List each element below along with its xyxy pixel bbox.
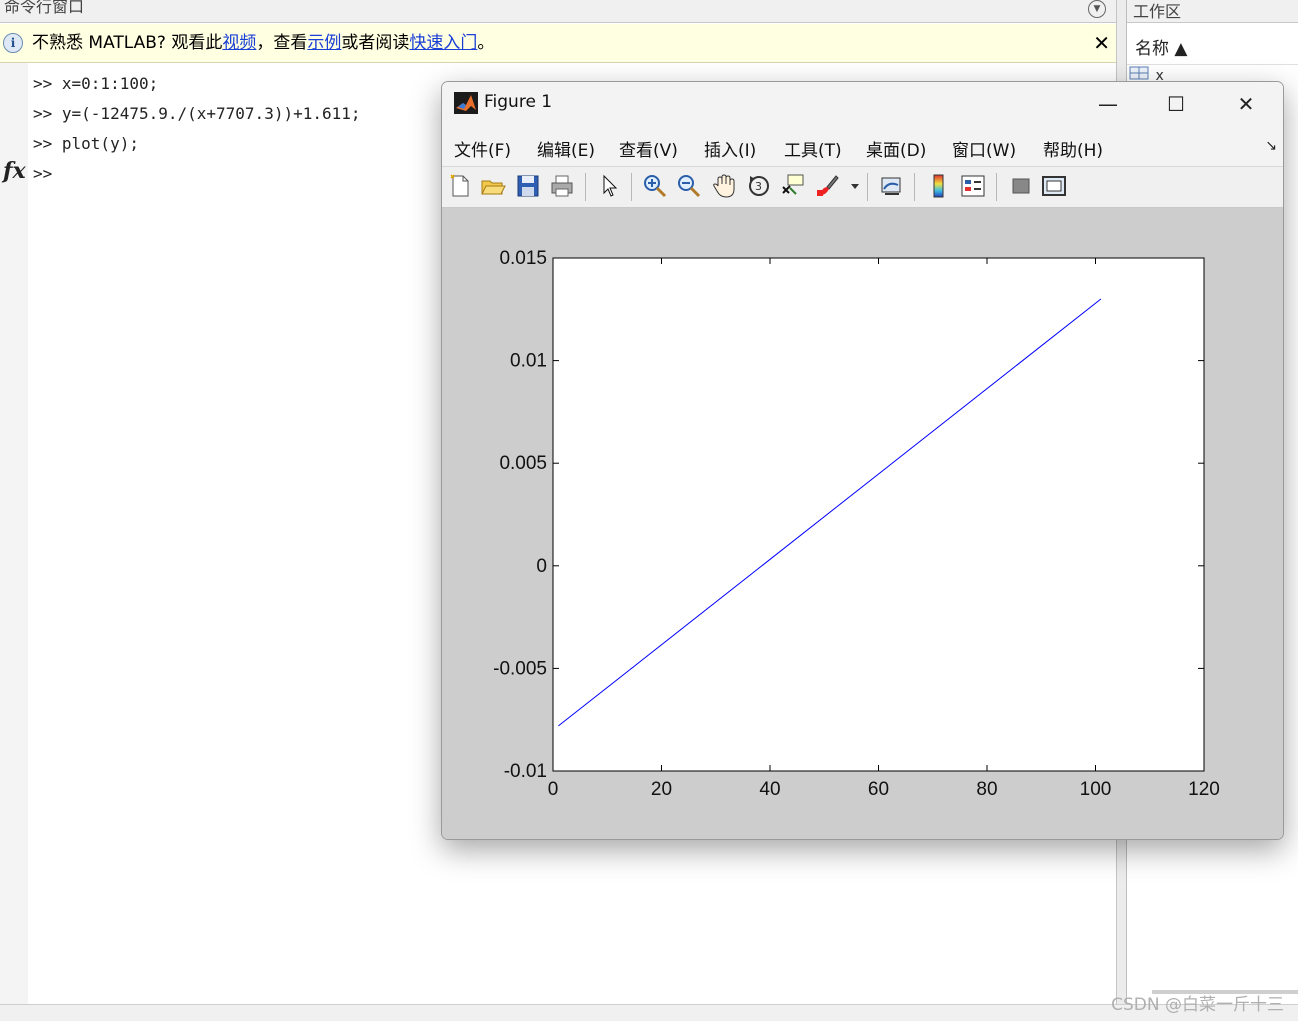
figure-menubar: 文件(F) 编辑(E) 查看(V) 插入(I) 工具(T) 桌面(D) 窗口(W… bbox=[442, 126, 1283, 166]
menu-help[interactable]: 帮助(H) bbox=[1043, 136, 1103, 161]
x-tick-label: 0 bbox=[548, 779, 559, 800]
rotate-3d-icon[interactable]: 3 bbox=[746, 173, 772, 199]
x-tick-label: 60 bbox=[868, 779, 889, 800]
matlab-logo-icon bbox=[454, 92, 478, 114]
dock-figure-icon[interactable]: ↘ bbox=[1265, 138, 1277, 154]
toolbar-separator bbox=[996, 173, 997, 201]
hide-plot-tools-icon[interactable] bbox=[1008, 173, 1034, 199]
figure-window: Figure 1 — ☐ ✕ 文件(F) 编辑(E) 查看(V) 插入(I) 工… bbox=[441, 81, 1284, 840]
video-link[interactable]: 视频 bbox=[222, 33, 256, 53]
watermark: CSDN @白菜一斤十三 bbox=[1111, 995, 1284, 1015]
svg-text:3: 3 bbox=[755, 180, 762, 193]
quickstart-link[interactable]: 快速入门 bbox=[409, 33, 477, 53]
command-gutter bbox=[0, 63, 28, 1004]
info-bar: i 不熟悉 MATLAB? 观看此视频，查看示例或者阅读快速入门。 ✕ bbox=[0, 24, 1116, 63]
toolbar-separator bbox=[914, 173, 915, 201]
function-browser-icon[interactable]: fx bbox=[3, 158, 26, 184]
info-message: 不熟悉 MATLAB? 观看此视频，查看示例或者阅读快速入门。 bbox=[32, 24, 494, 62]
save-icon[interactable] bbox=[515, 173, 541, 199]
figure-titlebar[interactable]: Figure 1 — ☐ ✕ bbox=[442, 82, 1283, 126]
zoom-out-icon[interactable] bbox=[676, 173, 702, 199]
command-window-titlebar: 命令行窗口 ▼ bbox=[0, 0, 1116, 23]
command-prompt[interactable]: >> bbox=[33, 164, 52, 184]
menu-window[interactable]: 窗口(W) bbox=[952, 136, 1016, 161]
x-tick-label: 100 bbox=[1080, 779, 1112, 800]
show-plot-tools-icon[interactable] bbox=[1041, 173, 1067, 199]
menu-view[interactable]: 查看(V) bbox=[619, 136, 678, 161]
edit-plot-arrow-icon[interactable] bbox=[597, 173, 623, 199]
menu-tools[interactable]: 工具(T) bbox=[784, 136, 842, 161]
figure-canvas[interactable]: 0 20 40 60 80 100 120 -0.01 -0.005 0 0.005 0.01 0.01… bbox=[442, 208, 1283, 839]
maximize-button[interactable]: ☐ bbox=[1142, 82, 1210, 126]
command-line: >> y=(-12475.9./(x+7707.3))+1.611; bbox=[33, 104, 361, 123]
menu-edit[interactable]: 编辑(E) bbox=[537, 136, 595, 161]
command-window-title: 命令行窗口 bbox=[4, 0, 85, 16]
minimize-button[interactable]: — bbox=[1074, 82, 1142, 126]
brush-icon[interactable] bbox=[815, 173, 841, 199]
figure-title: Figure 1 bbox=[484, 92, 553, 112]
x-tick-label: 20 bbox=[651, 779, 672, 800]
menu-file[interactable]: 文件(F) bbox=[454, 136, 511, 161]
command-line: >> x=0:1:100; bbox=[33, 74, 159, 93]
y-tick-label: 0.015 bbox=[499, 248, 547, 269]
new-figure-icon[interactable] bbox=[447, 173, 473, 199]
menu-desktop[interactable]: 桌面(D) bbox=[866, 136, 926, 161]
toolbar-separator bbox=[867, 173, 868, 201]
close-button[interactable]: ✕ bbox=[1212, 82, 1280, 126]
y-tick-label: 0.01 bbox=[510, 351, 547, 372]
zoom-in-icon[interactable] bbox=[642, 173, 668, 199]
variable-icon bbox=[1129, 66, 1149, 80]
figure-toolbar: 3 bbox=[442, 166, 1283, 208]
y-tick-label: 0.005 bbox=[499, 453, 547, 474]
column-name[interactable]: 名称 ▲ bbox=[1135, 34, 1187, 59]
line-chart[interactable]: 0 20 40 60 80 100 120 -0.01 -0.005 0 0.005 0.01 0.01… bbox=[442, 208, 1283, 839]
examples-link[interactable]: 示例 bbox=[307, 33, 341, 53]
colorbar-icon[interactable] bbox=[926, 173, 952, 199]
legend-icon[interactable] bbox=[960, 173, 986, 199]
x-tick-label: 120 bbox=[1188, 779, 1220, 800]
y-tick-label: 0 bbox=[536, 556, 547, 577]
command-line: >> plot(y); bbox=[33, 134, 139, 153]
info-icon: i bbox=[3, 33, 23, 53]
x-tick-label: 80 bbox=[976, 779, 997, 800]
link-plot-icon[interactable] bbox=[879, 173, 905, 199]
info-text-mid2: 或者阅读 bbox=[341, 33, 410, 53]
info-text-before: 不熟悉 MATLAB? 观看此 bbox=[32, 33, 223, 53]
data-cursor-icon[interactable] bbox=[780, 173, 806, 199]
info-text-end: 。 bbox=[477, 33, 495, 53]
toolbar-separator bbox=[631, 173, 632, 201]
y-tick-label: -0.005 bbox=[493, 658, 547, 679]
x-tick-label: 40 bbox=[759, 779, 780, 800]
workspace-title: 工作区 bbox=[1133, 2, 1182, 21]
chevron-down-icon[interactable] bbox=[850, 183, 860, 191]
workspace-titlebar: 工作区 bbox=[1127, 0, 1298, 23]
chevron-down-icon[interactable]: ▼ bbox=[1088, 0, 1106, 18]
open-file-icon[interactable] bbox=[480, 173, 506, 199]
print-icon[interactable] bbox=[549, 173, 575, 199]
workspace-column-header[interactable]: 名称 ▲ bbox=[1127, 24, 1298, 65]
y-tick-label: -0.01 bbox=[504, 761, 547, 782]
axes-box[interactable] bbox=[552, 257, 1205, 772]
menu-insert[interactable]: 插入(I) bbox=[704, 136, 756, 161]
info-text-mid1: ，查看 bbox=[256, 33, 308, 53]
status-bar bbox=[0, 1004, 1298, 1021]
pan-hand-icon[interactable] bbox=[711, 173, 737, 199]
toolbar-separator bbox=[585, 173, 586, 201]
info-close-button[interactable]: ✕ bbox=[1093, 24, 1110, 62]
